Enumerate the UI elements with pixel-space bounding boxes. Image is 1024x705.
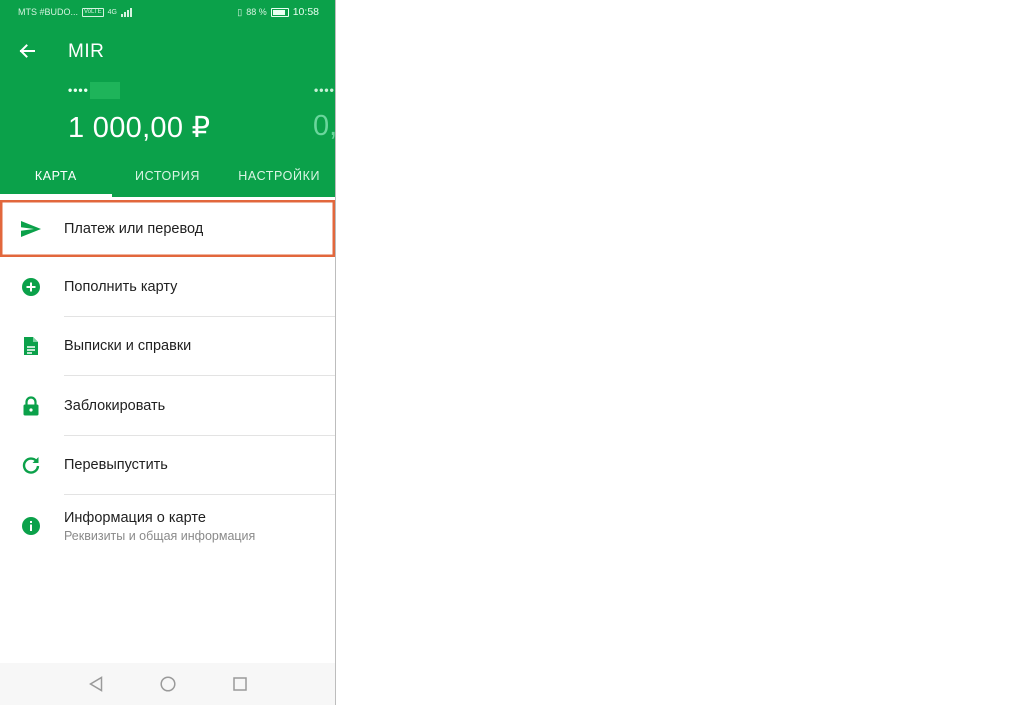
carrier-name: MTS #BUDO... xyxy=(18,7,79,17)
network-type: 4G xyxy=(107,8,117,16)
card-balance: 1 000,00 ₽ xyxy=(68,112,211,144)
card-number-redacted xyxy=(90,82,120,99)
nav-back-button[interactable] xyxy=(86,674,106,694)
vibrate-icon: ▯ xyxy=(237,6,243,17)
menu-item-label: Информация о карте xyxy=(64,510,206,526)
triangle-back-icon xyxy=(88,676,102,692)
next-card-balance[interactable]: 0, xyxy=(313,110,335,143)
menu-item-label: Платеж или перевод xyxy=(64,220,204,237)
menu-item-label: Перевыпустить xyxy=(64,457,168,474)
menu-item-card-info[interactable]: Информация о карте Реквизиты и общая инф… xyxy=(0,495,335,557)
nav-home-button[interactable] xyxy=(158,674,178,694)
arrow-left-icon xyxy=(19,44,35,58)
status-bar: MTS #BUDO... VoLTE 4G ▯ 88 % 10:58 xyxy=(0,0,335,24)
status-left: MTS #BUDO... VoLTE 4G xyxy=(18,7,132,17)
clock: 10:58 xyxy=(292,6,319,18)
menu-item-label: Заблокировать xyxy=(64,397,166,414)
next-card-number-mask: •••• xyxy=(314,83,335,97)
battery-percent: 88 % xyxy=(246,7,267,17)
menu-item-label: Пополнить карту xyxy=(64,278,178,295)
card-header: MIR •••• •••• 1 000,00 ₽ 0, КАРТА ИСТОРИ… xyxy=(0,24,335,197)
nav-recents-button[interactable] xyxy=(230,674,250,694)
lock-icon xyxy=(20,395,42,417)
tab-history[interactable]: ИСТОРИЯ xyxy=(112,155,224,197)
signal-icon xyxy=(120,7,132,17)
back-button[interactable] xyxy=(14,38,40,64)
battery-icon xyxy=(270,7,289,17)
volte-badge: VoLTE xyxy=(82,7,104,17)
menu-item-payment-transfer[interactable]: Платеж или перевод xyxy=(0,200,335,257)
menu-item-reissue[interactable]: Перевыпустить xyxy=(0,436,335,495)
tab-bar: КАРТА ИСТОРИЯ НАСТРОЙКИ xyxy=(0,155,335,197)
page-title: MIR xyxy=(68,41,105,62)
square-recents-icon xyxy=(232,677,247,691)
info-icon xyxy=(20,515,42,537)
tab-settings[interactable]: НАСТРОЙКИ xyxy=(223,155,335,197)
menu-item-statements[interactable]: Выписки и справки xyxy=(0,317,335,376)
menu-item-sublabel: Реквизиты и общая информация xyxy=(64,529,256,543)
menu-item-top-up[interactable]: Пополнить карту xyxy=(0,257,335,317)
status-right: ▯ 88 % 10:58 xyxy=(237,6,319,18)
send-icon xyxy=(20,218,42,240)
menu-item-label: Выписки и справки xyxy=(64,338,192,355)
circle-home-icon xyxy=(159,676,176,692)
card-number-mask: •••• xyxy=(68,83,89,97)
menu-item-block[interactable]: Заблокировать xyxy=(0,376,335,436)
document-icon xyxy=(20,335,42,357)
plus-circle-icon xyxy=(20,276,42,298)
phone-screen: MTS #BUDO... VoLTE 4G ▯ 88 % 10:58 MIR •… xyxy=(0,0,336,705)
card-actions-list: Платеж или перевод Пополнить карту Выпис… xyxy=(0,197,335,557)
tab-card[interactable]: КАРТА xyxy=(0,155,112,197)
refresh-icon xyxy=(20,454,42,476)
system-nav-bar xyxy=(0,663,335,705)
